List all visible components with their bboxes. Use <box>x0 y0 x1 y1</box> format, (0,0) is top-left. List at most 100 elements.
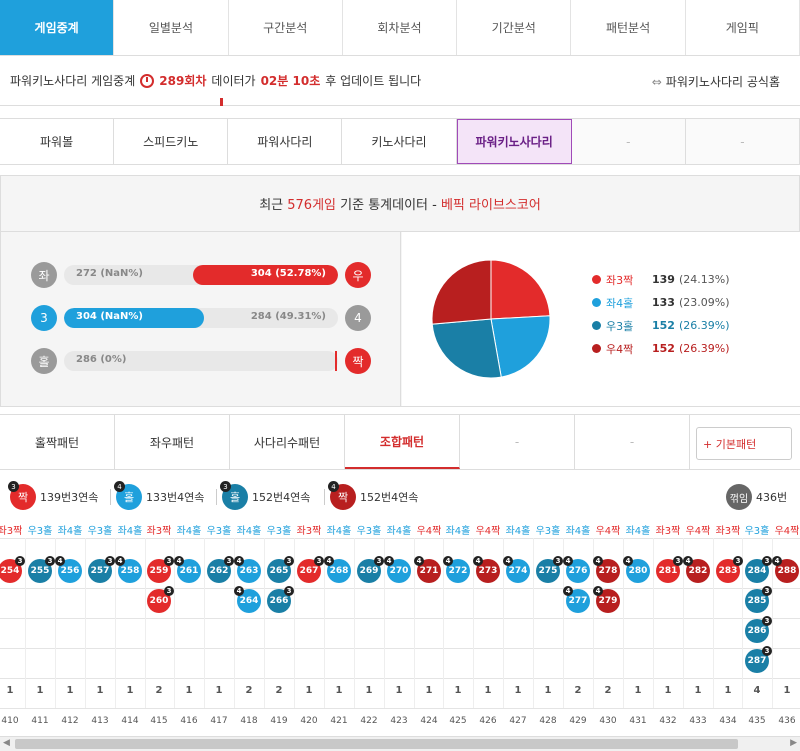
pattern-tab-1[interactable]: 좌우패턴 <box>115 415 230 469</box>
game-tab-4[interactable]: 파워키노사다리 <box>456 119 572 164</box>
summary-ball: 꺾임 <box>726 484 752 510</box>
column-header: 좌4홀 <box>117 526 143 537</box>
legend-dot <box>592 344 601 353</box>
round-label: 428 <box>539 716 557 726</box>
tab-5[interactable]: 패턴분석 <box>571 0 686 55</box>
scroll-thumb[interactable] <box>15 739 738 749</box>
summary-item: 3 홀 152번4연속 <box>220 481 310 510</box>
stat-bar: 286 (0%) 290 (50.35%) <box>64 351 338 371</box>
countdown: 02분 10초 <box>260 74 321 88</box>
ball-sup: 4 <box>174 556 184 566</box>
summary-ball-label: 짝 <box>17 491 29 504</box>
ball-sup: 4 <box>234 556 244 566</box>
scroll-right-icon[interactable]: ▶ <box>790 738 797 748</box>
tab-0[interactable]: 게임중계 <box>0 0 115 55</box>
summary-ball-label: 홀 <box>123 491 135 504</box>
round-label: 414 <box>121 716 139 726</box>
ball-sup: 3 <box>45 556 55 566</box>
result-ball: 4 277 <box>563 586 590 613</box>
streak-count: 1 <box>96 685 104 696</box>
summary-divider <box>110 489 111 505</box>
summary-item: 4 짝 152번4연속 <box>328 481 418 510</box>
ball-sup: 4 <box>115 556 125 566</box>
result-ball: 4 264 <box>234 586 261 613</box>
result-ball: 4 279 <box>593 586 620 613</box>
round-label: 430 <box>599 716 617 726</box>
stat-right-text: 284 (49.31%) <box>250 311 326 322</box>
ball-sup: 3 <box>762 586 772 596</box>
summary-item: 3 짝 139번3연속 <box>8 481 99 510</box>
summary-text: 139번3연속 <box>40 491 99 504</box>
pattern-grid: 좌3짝 3 254 1 410 우3홀 3 255 1 411 좌4홀 4 256 1 412 우3홀 3 257… <box>0 521 800 751</box>
tab-2[interactable]: 구간분석 <box>228 0 343 55</box>
ball-sup: 4 <box>623 556 633 566</box>
basic-pattern-button[interactable]: + 기본패턴 <box>696 427 792 460</box>
stat-left-label: 좌 <box>31 262 57 288</box>
column-header: 좌3짝 <box>715 526 741 537</box>
ball-sup: 4 <box>503 556 513 566</box>
column-header: 좌3짝 <box>296 526 322 537</box>
stats-pie-area: 좌3짝 139 (24.13%) 좌4홀 133 (23.09%) 우3홀 152 (26.39… <box>402 232 800 406</box>
tab-1[interactable]: 일별분석 <box>114 0 229 55</box>
grid-vline <box>533 538 534 708</box>
horizontal-scrollbar[interactable]: ◀ ▶ <box>0 736 800 751</box>
stat-bar: 272 (NaN%) 304 (52.78%) <box>64 265 338 285</box>
round-label: 431 <box>629 716 647 726</box>
streak-count: 1 <box>484 685 492 696</box>
game-tab-1[interactable]: 스피드키노 <box>114 119 229 164</box>
scroll-left-icon[interactable]: ◀ <box>3 738 10 748</box>
grid-vline <box>354 538 355 708</box>
streak-count: 1 <box>365 685 373 696</box>
legend-label: 우3홀 <box>606 319 634 333</box>
ball-label: 283 <box>718 566 738 576</box>
round-label: 417 <box>210 716 228 726</box>
round-label: 435 <box>748 716 766 726</box>
legend-label: 좌3짝 <box>606 273 634 287</box>
round-label: 422 <box>360 716 378 726</box>
game-tab-2[interactable]: 파워사다리 <box>228 119 343 164</box>
grid-vline <box>713 538 714 708</box>
ball-label: 275 <box>538 566 558 576</box>
pattern-tabs: 홀짝패턴 좌우패턴 사다리수패턴 조합패턴 - - + 기본패턴 <box>0 414 800 470</box>
stat-right-label: 우 <box>345 262 371 288</box>
official-link-label: 파워키노사다리 공식홈 <box>665 75 780 89</box>
ball-sup: 4 <box>55 556 65 566</box>
ball-label: 263 <box>239 566 259 576</box>
streak-count: 1 <box>724 685 732 696</box>
tab-3[interactable]: 회차분석 <box>342 0 458 55</box>
stat-row: 좌 272 (NaN%) 304 (52.78%) 우 <box>31 262 371 288</box>
clock-icon <box>140 73 155 88</box>
legend-label: 우4짝 <box>606 342 634 356</box>
ball-sup: 3 <box>762 646 772 656</box>
game-tab-3[interactable]: 키노사다리 <box>342 119 457 164</box>
tab-6[interactable]: 게임픽 <box>685 0 800 55</box>
grid-line <box>0 648 800 649</box>
round-label: 416 <box>180 716 198 726</box>
streak-count: 1 <box>215 685 223 696</box>
ball-label: 277 <box>568 596 588 606</box>
ball-label: 264 <box>239 596 259 606</box>
ball-sup: 3 <box>164 556 174 566</box>
tab-4[interactable]: 기간분석 <box>457 0 572 55</box>
streak-count: 1 <box>514 685 522 696</box>
streak-count: 1 <box>694 685 702 696</box>
pattern-tab-2[interactable]: 사다리수패턴 <box>230 415 345 469</box>
ball-label: 257 <box>90 566 110 576</box>
column-header: 좌4홀 <box>236 526 262 537</box>
grid-line <box>0 708 800 709</box>
official-link[interactable]: ⇔ 파워키노사다리 공식홈 <box>652 73 780 90</box>
pattern-tab-3[interactable]: 조합패턴 <box>345 415 460 469</box>
ball-label: 281 <box>658 566 678 576</box>
ball-label: 271 <box>419 566 439 576</box>
ball-sup: 3 <box>374 556 384 566</box>
streak-count: 1 <box>305 685 313 696</box>
ball-sup: 4 <box>473 556 483 566</box>
game-tab-0[interactable]: 파워볼 <box>0 119 115 164</box>
stats-panel: 최근 576게임 기준 통계데이터 - 베픽 라이브스코어 좌 272 (NaN%… <box>0 175 800 407</box>
pattern-tab-0[interactable]: 홀짝패턴 <box>0 415 115 469</box>
legend-dot <box>592 275 601 284</box>
result-ball: 3 281 <box>656 556 683 583</box>
grid-line <box>0 678 800 679</box>
arrows-icon: ⇔ <box>651 75 662 89</box>
top-nav: 게임중계 일별분석 구간분석 회차분석 기간분석 패턴분석 게임픽 <box>0 0 800 56</box>
